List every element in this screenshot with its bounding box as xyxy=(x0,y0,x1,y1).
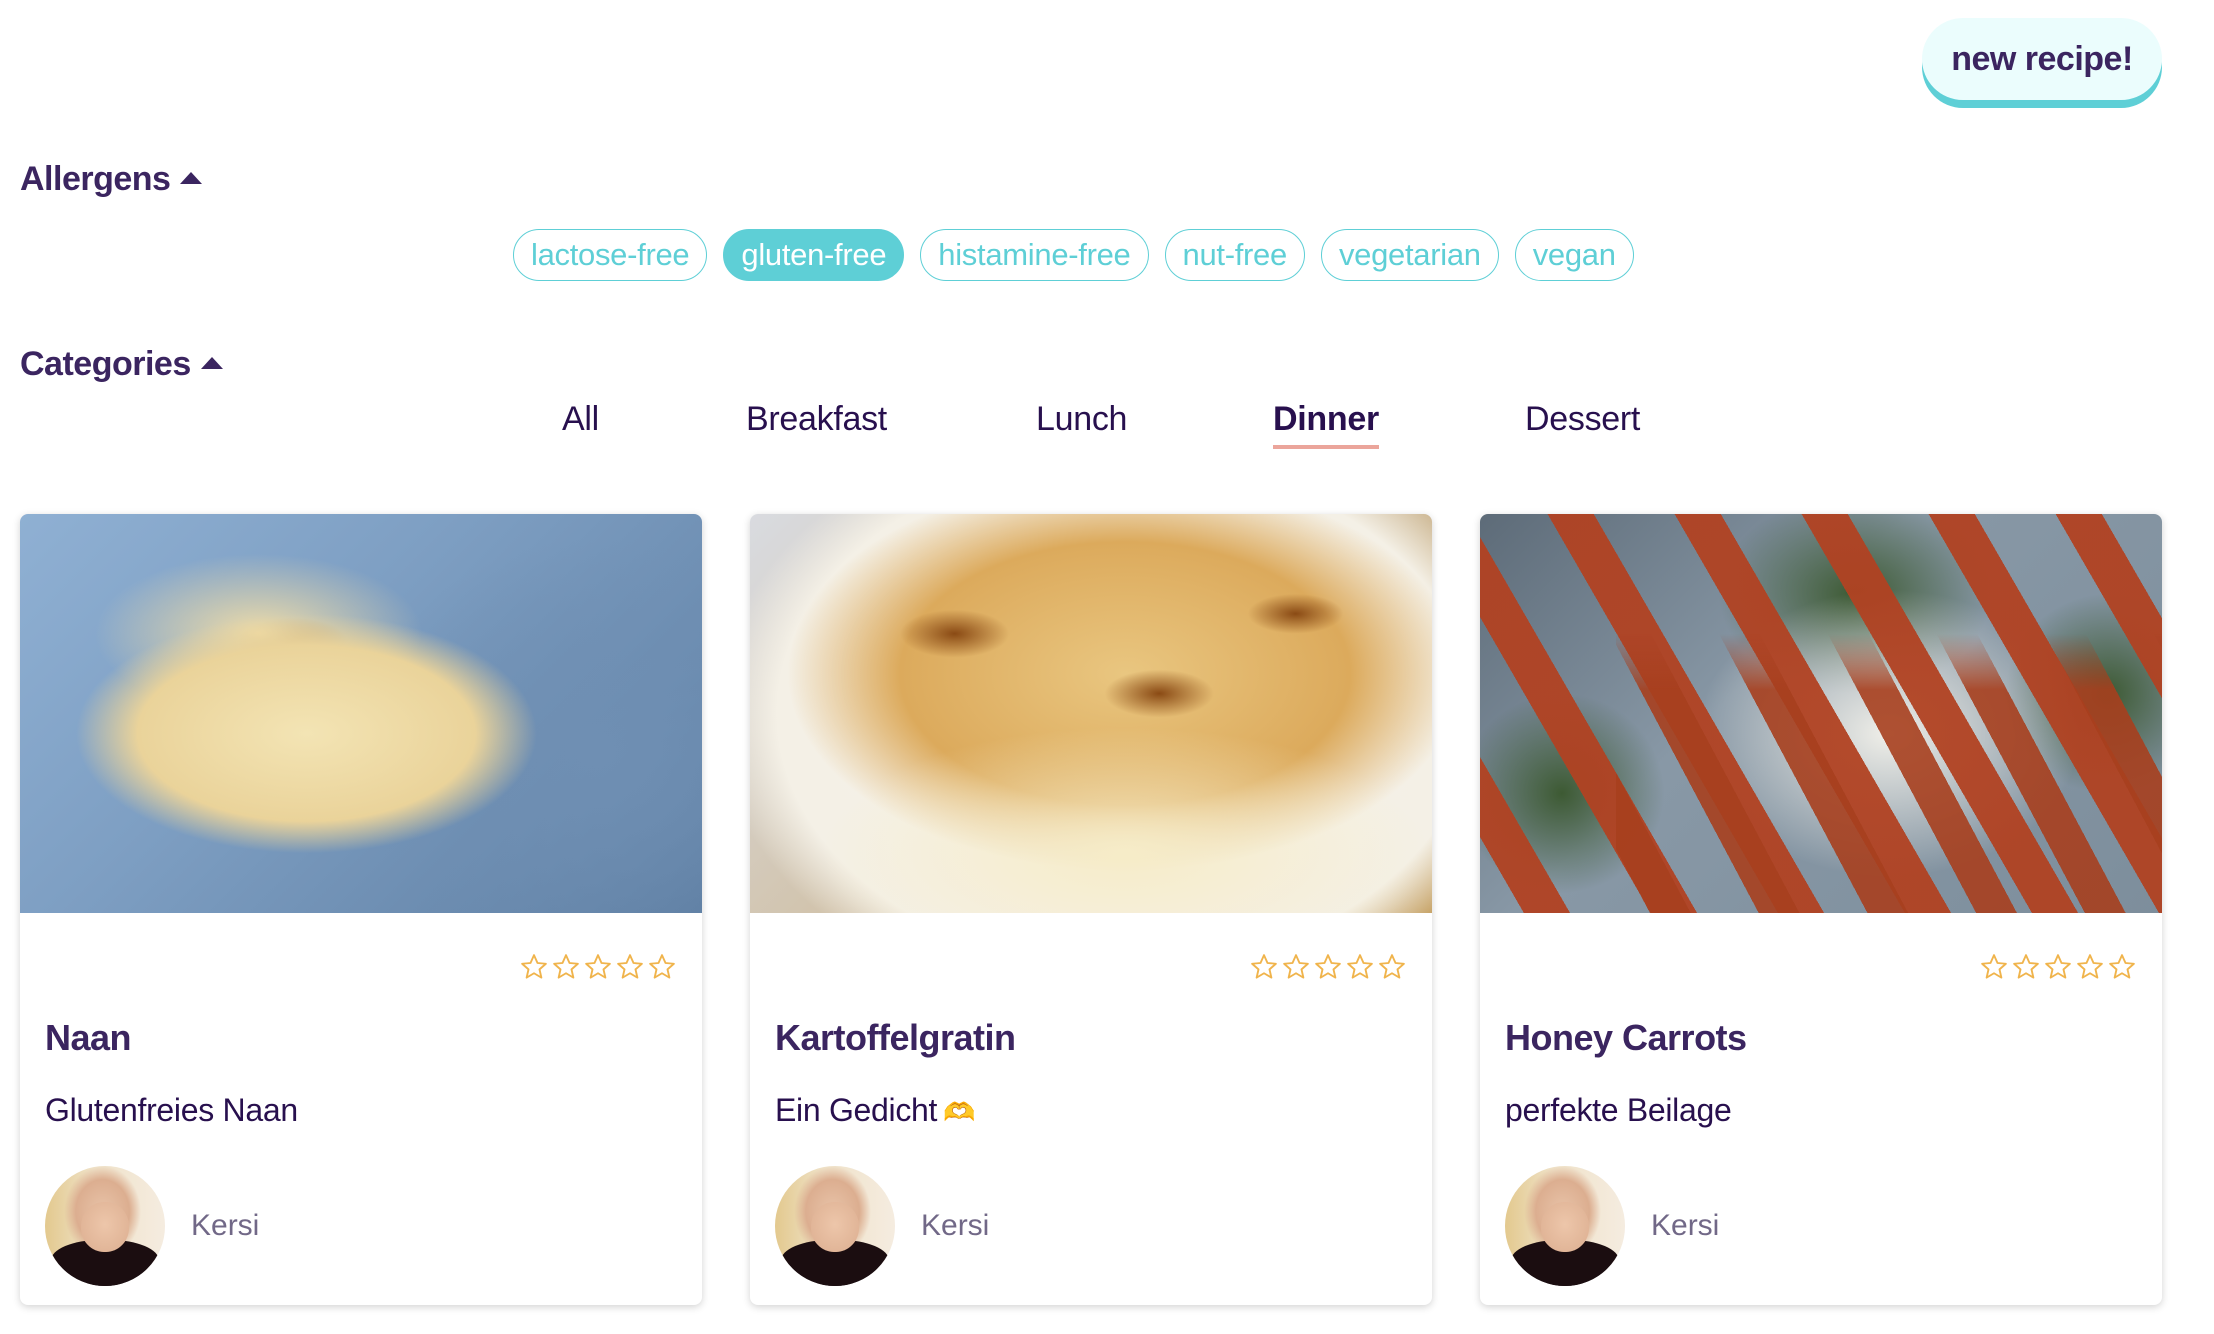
author-name[interactable]: Kersi xyxy=(1651,1209,1719,1243)
heart-hands-emoji-icon: 🫶 xyxy=(943,1097,976,1127)
chip-vegan[interactable]: vegan xyxy=(1514,229,1634,281)
chip-histamine-free[interactable]: histamine-free xyxy=(920,229,1149,281)
chip-gluten-free[interactable]: gluten-free xyxy=(723,229,905,281)
categories-heading: Categories xyxy=(20,345,191,383)
star-rating[interactable] xyxy=(518,952,678,982)
chip-vegetarian[interactable]: vegetarian xyxy=(1320,229,1499,281)
chip-lactose-free[interactable]: lactose-free xyxy=(513,229,708,281)
star-empty-icon[interactable] xyxy=(1248,952,1280,982)
recipe-overview-page: new recipe! Allergens lactose-free glute… xyxy=(0,0,2214,1334)
chip-nut-free[interactable]: nut-free xyxy=(1164,229,1305,281)
star-empty-icon[interactable] xyxy=(2010,952,2042,982)
star-empty-icon[interactable] xyxy=(1280,952,1312,982)
recipe-author: Kersi xyxy=(45,1166,259,1286)
allergen-filter-chips: lactose-free gluten-free histamine-free … xyxy=(513,229,1634,281)
star-empty-icon[interactable] xyxy=(1312,952,1344,982)
star-empty-icon[interactable] xyxy=(646,952,678,982)
tab-dinner[interactable]: Dinner xyxy=(1273,400,1379,449)
tab-all[interactable]: All xyxy=(562,400,599,449)
caret-up-icon xyxy=(200,356,223,369)
star-empty-icon[interactable] xyxy=(1978,952,2010,982)
recipe-subtitle: perfekte Beilage xyxy=(1505,1092,1732,1129)
recipe-image-gratin[interactable] xyxy=(750,514,1432,913)
star-empty-icon[interactable] xyxy=(2106,952,2138,982)
caret-up-icon xyxy=(180,171,203,184)
star-empty-icon[interactable] xyxy=(2074,952,2106,982)
tab-lunch[interactable]: Lunch xyxy=(1036,400,1127,449)
categories-toggle[interactable]: Categories xyxy=(20,345,223,384)
star-empty-icon[interactable] xyxy=(1376,952,1408,982)
author-name[interactable]: Kersi xyxy=(191,1209,259,1243)
recipe-author: Kersi xyxy=(1505,1166,1719,1286)
recipe-title[interactable]: Kartoffelgratin xyxy=(775,1017,1016,1059)
recipe-image-naan[interactable] xyxy=(20,514,702,913)
tab-dessert[interactable]: Dessert xyxy=(1525,400,1640,449)
star-empty-icon[interactable] xyxy=(518,952,550,982)
allergens-toggle[interactable]: Allergens xyxy=(20,160,203,199)
star-empty-icon[interactable] xyxy=(2042,952,2074,982)
tab-breakfast[interactable]: Breakfast xyxy=(746,400,887,449)
recipe-image-carrots[interactable] xyxy=(1480,514,2162,913)
author-name[interactable]: Kersi xyxy=(921,1209,989,1243)
star-rating[interactable] xyxy=(1978,952,2138,982)
recipe-subtitle-text: perfekte Beilage xyxy=(1505,1092,1732,1128)
recipe-card[interactable]: Kartoffelgratin Ein Gedicht 🫶 Kersi xyxy=(750,514,1432,1305)
recipe-author: Kersi xyxy=(775,1166,989,1286)
recipe-card[interactable]: Honey Carrots perfekte Beilage Kersi xyxy=(1480,514,2162,1305)
recipe-card[interactable]: Naan Glutenfreies Naan Kersi xyxy=(20,514,702,1305)
star-empty-icon[interactable] xyxy=(582,952,614,982)
recipe-title[interactable]: Honey Carrots xyxy=(1505,1017,1747,1059)
recipe-subtitle-text: Ein Gedicht xyxy=(775,1092,938,1128)
recipe-subtitle: Ein Gedicht 🫶 xyxy=(775,1092,976,1129)
star-empty-icon[interactable] xyxy=(1344,952,1376,982)
author-avatar[interactable] xyxy=(775,1166,895,1286)
star-rating[interactable] xyxy=(1248,952,1408,982)
star-empty-icon[interactable] xyxy=(614,952,646,982)
author-avatar[interactable] xyxy=(1505,1166,1625,1286)
recipe-subtitle: Glutenfreies Naan xyxy=(45,1092,298,1129)
allergens-heading: Allergens xyxy=(20,160,171,198)
star-empty-icon[interactable] xyxy=(550,952,582,982)
author-avatar[interactable] xyxy=(45,1166,165,1286)
recipe-subtitle-text: Glutenfreies Naan xyxy=(45,1092,298,1128)
new-recipe-button[interactable]: new recipe! xyxy=(1922,18,2162,100)
category-tabs: All Breakfast Lunch Dinner Dessert xyxy=(0,400,2214,460)
recipe-title[interactable]: Naan xyxy=(45,1017,132,1059)
